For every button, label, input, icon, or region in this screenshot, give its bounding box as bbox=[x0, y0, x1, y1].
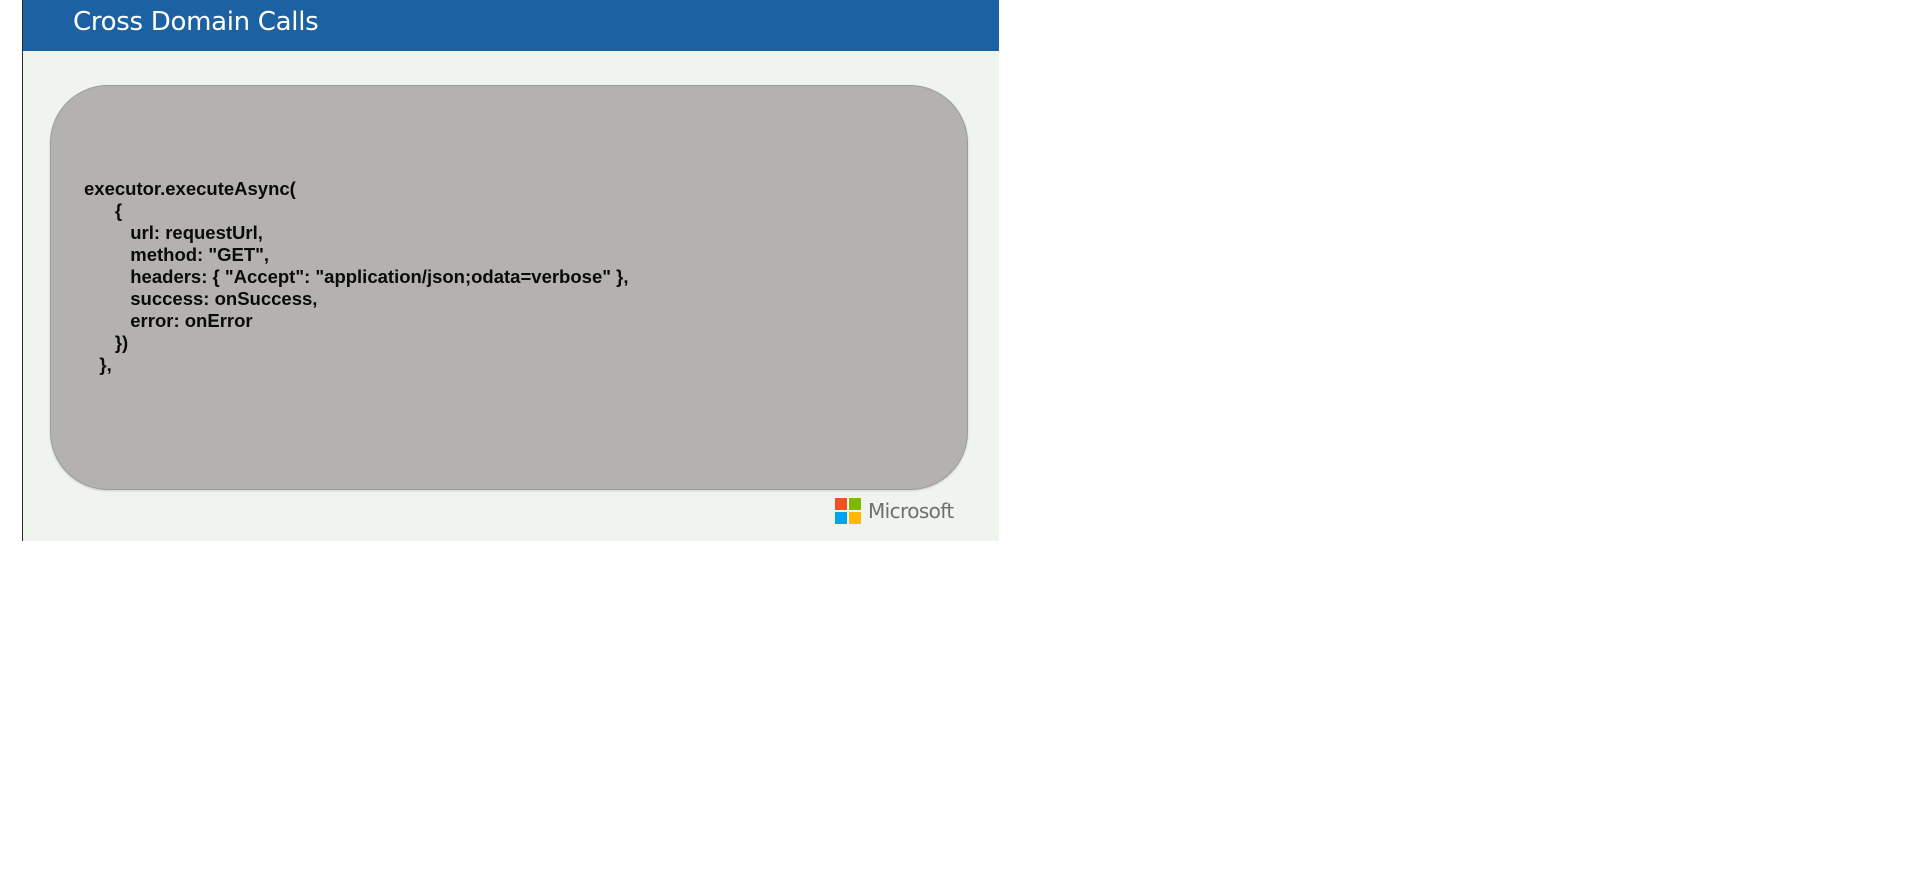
logo-square-green bbox=[849, 498, 861, 510]
microsoft-wordmark: Microsoft bbox=[868, 499, 954, 523]
title-bar: Cross Domain Calls bbox=[23, 0, 999, 51]
logo-square-blue bbox=[835, 512, 847, 524]
logo-square-red bbox=[835, 498, 847, 510]
code-line: { bbox=[84, 200, 123, 221]
code-line: executor.executeAsync( bbox=[84, 178, 296, 199]
code-line: }) bbox=[84, 332, 129, 353]
code-line: error: onError bbox=[84, 310, 253, 331]
code-block: executor.executeAsync( { url: requestUrl… bbox=[50, 85, 968, 490]
code-lines: executor.executeAsync( { url: requestUrl… bbox=[84, 178, 629, 376]
logo-square-yellow bbox=[849, 512, 861, 524]
code-line: url: requestUrl, bbox=[84, 222, 263, 243]
slide: Cross Domain Calls executor.executeAsync… bbox=[22, 0, 999, 541]
code-line: headers: { "Accept": "application/json;o… bbox=[84, 266, 629, 287]
slide-title: Cross Domain Calls bbox=[73, 7, 319, 37]
microsoft-logo: Microsoft bbox=[835, 497, 954, 525]
code-line: success: onSuccess, bbox=[84, 288, 318, 309]
code-line: method: "GET", bbox=[84, 244, 270, 265]
microsoft-logo-icon bbox=[835, 498, 861, 524]
code-line: }, bbox=[84, 354, 112, 375]
